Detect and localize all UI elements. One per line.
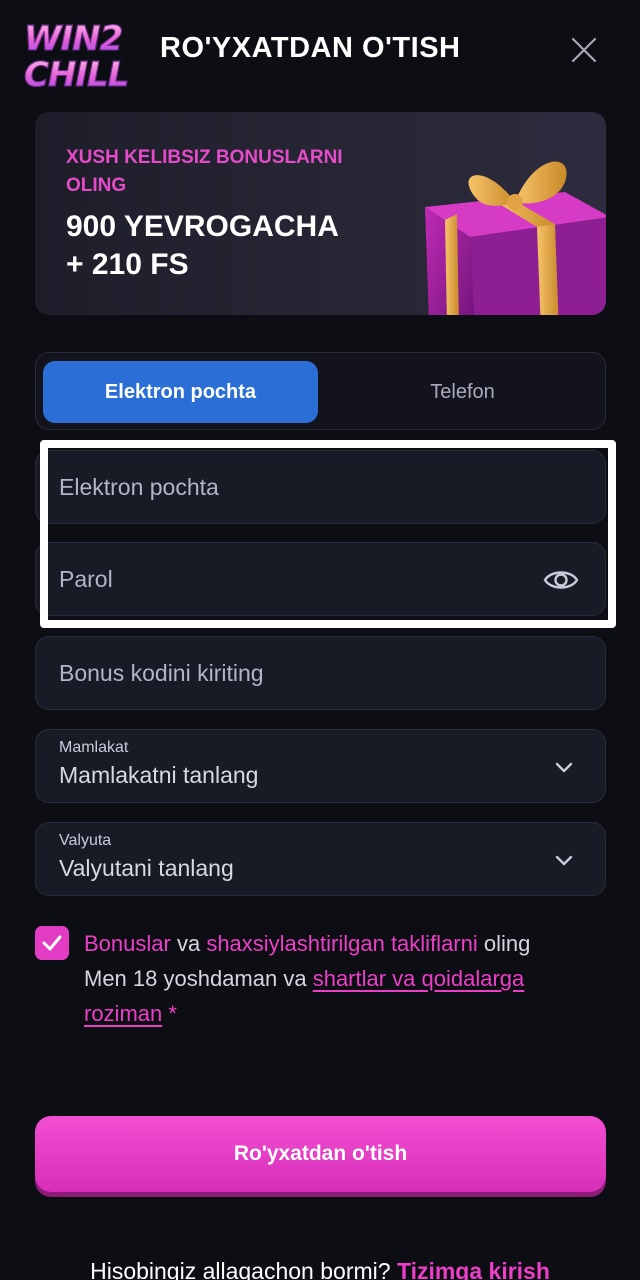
age-consent-line: Men 18 yoshdaman va shartlar va qoidalar… <box>84 961 604 1031</box>
email-placeholder: Elektron pochta <box>59 473 219 500</box>
chevron-down-icon <box>555 762 573 773</box>
logo: WIN2 CHILL <box>23 19 154 95</box>
offers-link[interactable]: shaxsiylashtirilgan takliflarni <box>206 931 477 956</box>
email-field[interactable]: Elektron pochta <box>35 450 606 524</box>
logo-line-2: CHILL <box>23 55 129 95</box>
register-button[interactable]: Ro'yxatdan o'tish <box>35 1116 606 1192</box>
consent-text: Bonuslar va shaxsiylashtirilgan taklifla… <box>84 926 604 1031</box>
currency-value: Valyutani tanlang <box>59 855 234 881</box>
welcome-banner: XUSH KELIBSIZ BONUSLARNI OLING 900 YEVRO… <box>35 112 606 315</box>
consent-and: va <box>170 931 207 956</box>
login-link[interactable]: Tizimga kirish <box>397 1258 550 1280</box>
currency-label: Valyuta <box>59 832 112 849</box>
login-prompt: Hisobingiz allaqachon bormi? Tizimga kir… <box>0 1258 640 1280</box>
logo-line-1: WIN2 <box>23 19 123 59</box>
bonus-code-field[interactable]: Bonus kodini kiriting <box>35 636 606 710</box>
chevron-down-icon <box>555 855 573 866</box>
page-title: RO'YXATDAN O'TISH <box>160 32 461 64</box>
bonus-code-placeholder: Bonus kodini kiriting <box>59 659 264 686</box>
password-field[interactable]: Parol <box>35 542 606 616</box>
required-mark: * <box>162 1001 177 1026</box>
password-placeholder: Parol <box>59 565 113 592</box>
eye-icon[interactable] <box>543 565 579 595</box>
consent-checkbox[interactable] <box>35 926 69 960</box>
bonuses-link[interactable]: Bonuslar <box>84 931 171 956</box>
login-question: Hisobingiz allaqachon bormi? <box>90 1258 397 1280</box>
close-button[interactable] <box>566 32 602 68</box>
tab-phone[interactable]: Telefon <box>326 361 599 423</box>
bonus-consent-line: Bonuslar va shaxsiylashtirilgan taklifla… <box>84 926 604 961</box>
check-icon <box>42 935 62 951</box>
tab-email[interactable]: Elektron pochta <box>43 361 318 423</box>
close-icon <box>571 37 597 63</box>
banner-subtitle: XUSH KELIBSIZ BONUSLARNI OLING <box>66 147 343 196</box>
header: WIN2 CHILL RO'YXATDAN O'TISH <box>0 0 640 100</box>
banner-offer-line-1: 900 YEVROGACHA <box>66 210 339 243</box>
age-text: Men 18 yoshdaman va <box>84 966 313 991</box>
country-value: Mamlakatni tanlang <box>59 762 259 788</box>
country-label: Mamlakat <box>59 739 129 756</box>
country-select[interactable]: Mamlakat Mamlakatni tanlang <box>35 729 606 803</box>
currency-select[interactable]: Valyuta Valyutani tanlang <box>35 822 606 896</box>
banner-offer: 900 YEVROGACHA + 210 FS <box>66 208 426 284</box>
gift-image <box>425 161 606 315</box>
banner-offer-line-2: + 210 FS <box>66 248 189 281</box>
consent-get: oling <box>477 931 531 956</box>
registration-method-tabs: Elektron pochta Telefon <box>35 352 606 430</box>
